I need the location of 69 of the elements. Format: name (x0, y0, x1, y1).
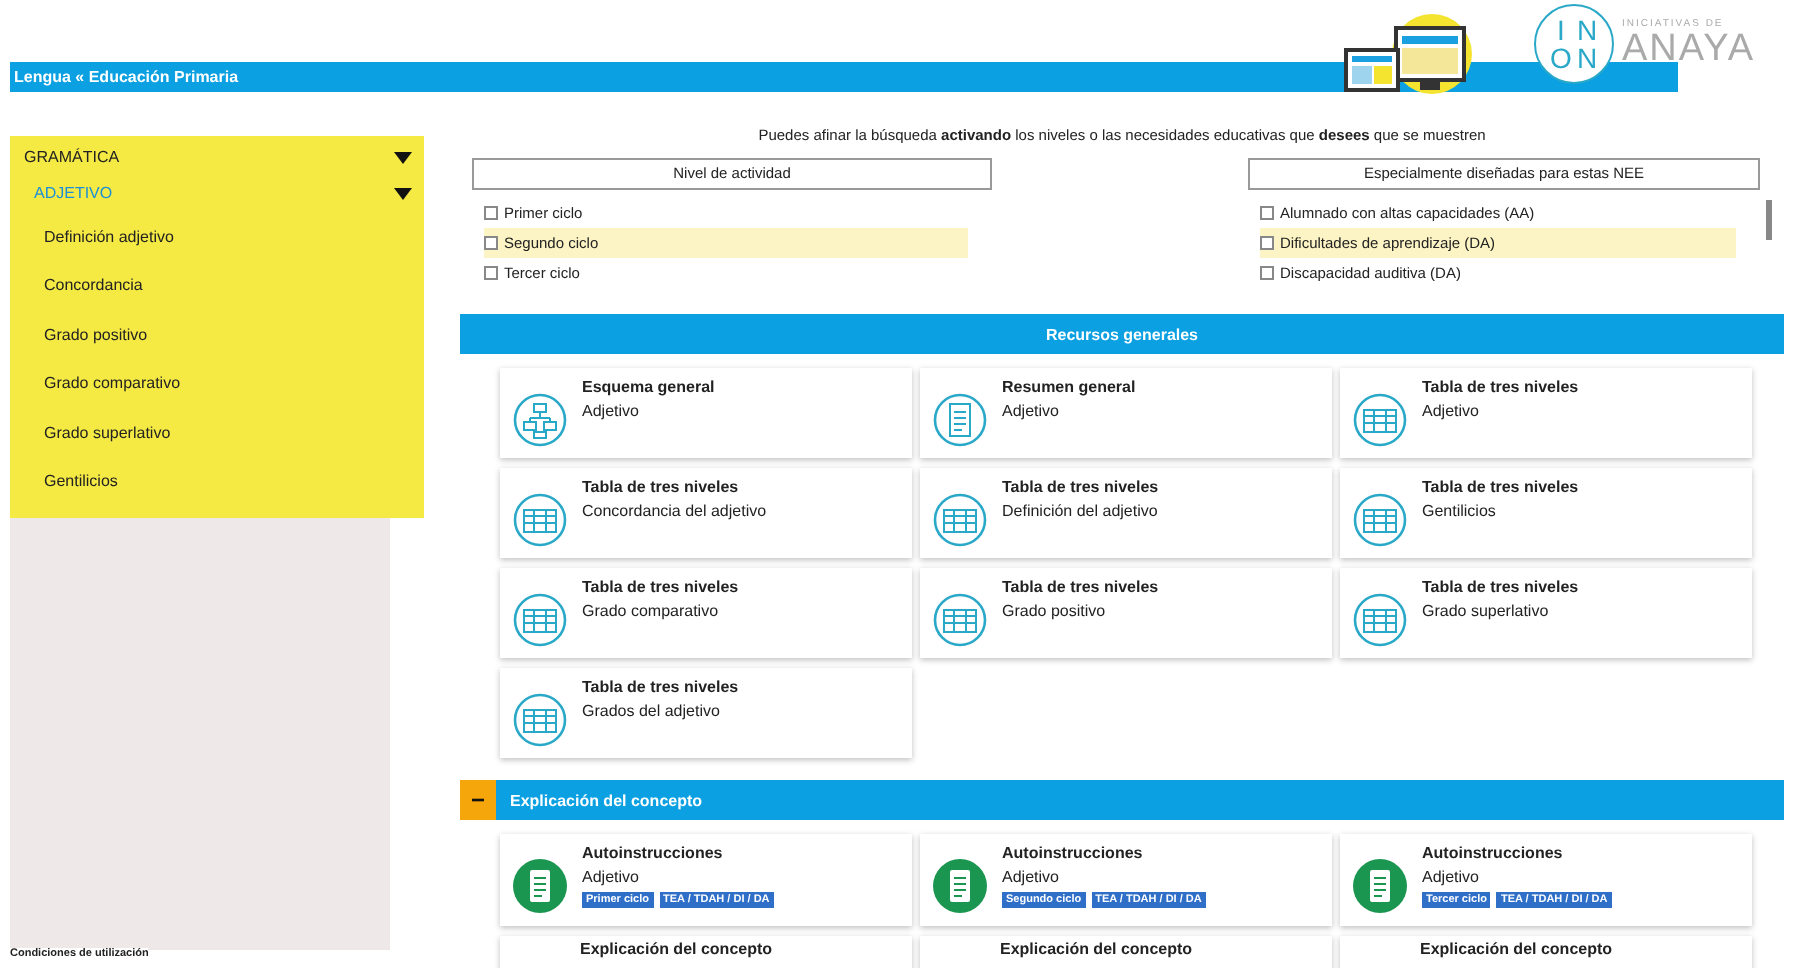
resource-card[interactable]: Tabla de tres niveles Gentilicios (1340, 468, 1752, 558)
diagram-icon (512, 392, 568, 448)
card-title: Tabla de tres niveles (582, 478, 741, 496)
resource-card[interactable]: Explicación del concepto (500, 936, 912, 968)
card-title: Tabla de tres niveles (1002, 478, 1159, 496)
table-icon (932, 492, 988, 548)
resource-card[interactable]: Tabla de tres niveles Grado comparativo (500, 568, 912, 658)
table-icon (512, 592, 568, 648)
card-subtitle: Grado superlativo (1422, 602, 1551, 620)
card-title: Autoinstrucciones (1002, 844, 1145, 862)
resource-card[interactable]: Tabla de tres niveles Adjetivo (1340, 368, 1752, 458)
card-title: Tabla de tres niveles (1422, 478, 1579, 496)
card-subtitle: Adjetivo (1422, 868, 1481, 886)
card-title: Tabla de tres niveles (582, 678, 739, 696)
card-title: Autoinstrucciones (582, 844, 725, 862)
resource-card[interactable]: Explicación del concepto (920, 936, 1332, 968)
card-subtitle: Adjetivo (1002, 402, 1061, 420)
table-icon (512, 492, 568, 548)
card-subtitle: Concordancia del adjetivo (582, 502, 767, 520)
card-title: Tabla de tres niveles (582, 578, 739, 596)
card-subtitle: Adjetivo (582, 402, 641, 420)
resource-card[interactable]: Esquema general Adjetivo (500, 368, 912, 458)
section-header[interactable]: − Explicación del concepto (460, 780, 1784, 820)
document-icon (1352, 858, 1408, 914)
section-title: Explicación del concepto (510, 791, 703, 809)
resource-card[interactable]: Tabla de tres niveles Grado positivo (920, 568, 1332, 658)
card-subtitle: Adjetivo (1422, 402, 1481, 420)
document-icon (932, 858, 988, 914)
collapse-button[interactable]: − (460, 780, 496, 820)
sidebar-item[interactable]: Definición adjetivo (10, 212, 424, 261)
sidebar-item[interactable]: GRAMÁTICA (24, 148, 120, 166)
resource-card[interactable]: Tabla de tres niveles Grados del adjetivo (500, 668, 912, 758)
scrollbar[interactable] (1766, 200, 1772, 240)
resource-card[interactable]: Tabla de tres niveles Grado superlativo (1340, 568, 1752, 658)
card-title: Tabla de tres niveles (1422, 578, 1579, 596)
sidebar-item[interactable]: Concordancia (10, 261, 424, 310)
sidebar-item[interactable]: Gentilicios (10, 457, 424, 506)
card-subtitle: Adjetivo (582, 868, 641, 886)
card-title: Tabla de tres niveles (1002, 578, 1159, 596)
logo-monogram: I N O N (1534, 4, 1614, 84)
card-subtitle: Gentilicios (1422, 502, 1498, 520)
resource-card[interactable]: Tabla de tres niveles Concordancia del adjetivo (500, 468, 912, 558)
card-title: Esquema general (582, 378, 715, 396)
card-title: Resumen general (1002, 378, 1136, 396)
card-title: Tabla de tres niveles (1422, 378, 1579, 396)
section-title: Recursos generales (1045, 325, 1199, 343)
document-icon (932, 392, 988, 448)
card-subtitle: Grado positivo (1002, 602, 1108, 620)
card-subtitle: Adjetivo (1002, 868, 1061, 886)
table-icon (1352, 392, 1408, 448)
resource-card[interactable]: Explicación del concepto (1340, 936, 1752, 968)
card-subtitle: Grado comparativo (582, 602, 721, 620)
table-icon (1352, 592, 1408, 648)
card-subtitle: Grados del adjetivo (582, 702, 722, 720)
sidebar-item[interactable]: Grado comparativo (10, 359, 424, 408)
table-icon (932, 592, 988, 648)
table-icon (512, 692, 568, 748)
resource-card[interactable]: Resumen general Adjetivo (920, 368, 1332, 458)
card-title: Explicación del concepto (1420, 940, 1613, 958)
table-icon (1352, 492, 1408, 548)
logo-brand: ANAYA (1622, 30, 1756, 70)
card-title: Explicación del concepto (580, 940, 773, 958)
card-subtitle: Definición del adjetivo (1002, 502, 1159, 520)
card-title: Autoinstrucciones (1422, 844, 1565, 862)
sidebar-item[interactable]: Grado superlativo (10, 408, 424, 457)
resource-card[interactable]: Tabla de tres niveles Definición del adjetivo (920, 468, 1332, 558)
sidebar-item[interactable]: Grado positivo (10, 310, 424, 359)
card-title: Explicación del concepto (1000, 940, 1193, 958)
document-icon (512, 858, 568, 914)
